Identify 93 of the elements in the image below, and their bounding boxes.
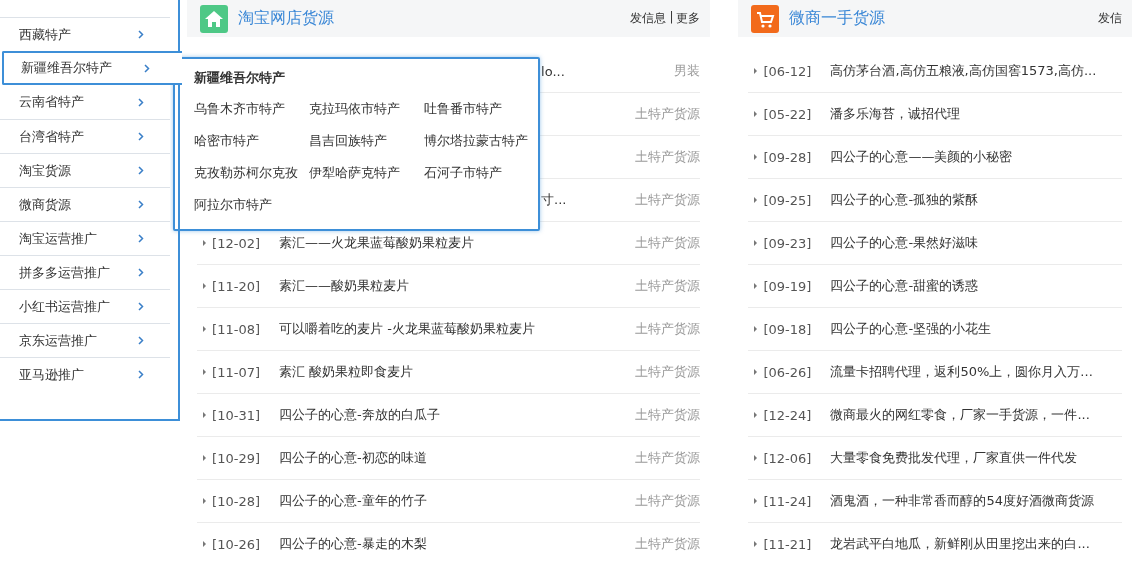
news-date: [05-22] [763,106,813,122]
news-date: [10-26] [212,536,261,552]
bullet-icon [754,326,758,332]
region-link[interactable]: 乌鲁木齐市特产 [194,99,309,119]
chevron-icon [138,268,145,277]
news-link[interactable]: lo... [541,63,565,79]
cart-icon [751,4,780,33]
bullet-icon [754,498,758,504]
news-date: [12-06] [763,450,813,466]
bullet-icon [754,541,758,547]
news-link[interactable]: 四公子的心意-果然好滋味 [830,235,979,250]
bullet-icon [754,369,758,375]
news-link[interactable]: 微商最火的网红零食，厂家一手货源，一件... [830,407,1090,422]
chevron-icon [138,132,145,141]
bullet-icon [203,498,207,504]
news-link[interactable]: 四公子的心意-暴走的木梨 [279,536,427,551]
chevron-icon [138,97,145,107]
panel-title: 淘宝网店货源 [238,8,336,29]
bullet-icon [754,154,758,160]
news-link[interactable]: 四公子的心意——美颜的小秘密 [830,149,1013,164]
news-date: [12-02] [212,235,261,251]
news-date: [09-25] [763,192,813,208]
chevron-icon [138,166,145,175]
news-link[interactable]: 酒鬼酒，一种非常香而醇的54度好酒微商货源 [830,493,1094,508]
bullet-icon [754,283,758,289]
house-icon [200,4,229,33]
news-date: [09-28] [763,149,813,165]
flyout-title: 新疆维吾尔特产 [194,69,285,87]
bullet-icon [754,68,758,74]
region-link[interactable]: 伊犁哈萨克特产 [309,163,424,183]
bullet-icon [203,412,207,418]
news-link[interactable]: 流量卡招聘代理，返利50%上，圆你月入万... [830,364,1093,379]
news-date: [11-21] [763,536,813,552]
chevron-icon [138,30,145,39]
bullet-icon [754,197,758,203]
news-date: [11-08] [212,321,261,337]
news-link[interactable]: 可以嚼着吃的麦片 -火龙果蓝莓酸奶果粒麦片 [279,321,535,336]
news-date: [10-31] [212,407,261,423]
chevron-icon [138,370,145,379]
news-link[interactable]: 大量零食免费批发代理，厂家直供一件代发 [830,450,1078,465]
chevron-icon [138,302,145,311]
sidebar-item[interactable]: 新疆维吾尔特产 [2,51,183,85]
news-link[interactable]: 四公子的心意-甜蜜的诱惑 [830,278,979,293]
chevron-icon [138,234,145,243]
news-date: [11-24] [763,493,813,509]
news-link[interactable]: 四公子的心意-奔放的白瓜子 [279,407,440,422]
news-date: [11-20] [212,278,261,294]
news-date: [12-24] [763,407,813,423]
news-link[interactable]: 素汇——火龙果蓝莓酸奶果粒麦片 [279,235,475,250]
news-link[interactable]: 素汇——酸奶果粒麦片 [279,278,410,293]
region-link[interactable]: 博尔塔拉蒙古特产 [424,131,544,151]
news-link[interactable]: 四公子的心意-初恋的味道 [279,450,427,465]
bullet-icon [203,455,207,461]
news-date: [06-26] [763,364,813,380]
bullet-icon [203,240,207,246]
separator: | [669,10,674,26]
news-date: [11-07] [212,364,261,380]
news-date: [09-19] [763,278,813,294]
news-date: [10-28] [212,493,261,509]
region-link[interactable]: 克孜勒苏柯尔克孜 [194,163,309,183]
news-link[interactable]: 寸... [541,192,567,207]
bullet-icon [203,541,207,547]
bullet-icon [754,455,758,461]
region-link[interactable]: 阿拉尔市特产 [194,195,309,215]
news-link[interactable]: 龙岩武平白地瓜，新鲜刚从田里挖出来的白... [830,536,1090,551]
panel-title: 微商一手货源 [789,8,887,29]
bullet-icon [754,111,758,117]
chevron-icon [144,63,151,73]
news-link[interactable]: 素汇 酸奶果粒即食麦片 [279,364,414,379]
header-link[interactable]: 发信息 [630,10,667,27]
region-link[interactable]: 吐鲁番市特产 [424,99,544,119]
news-link[interactable]: 四公子的心意-坚强的小花生 [830,321,992,336]
news-link[interactable]: 四公子的心意-童年的竹子 [279,493,427,508]
chevron-icon [138,200,145,209]
header-link[interactable]: 发信 [1098,10,1122,27]
news-date: [09-23] [763,235,813,251]
bullet-icon [754,412,758,418]
header-link[interactable]: 更多 [676,10,701,27]
news-link[interactable]: 高仿茅台酒,高仿五粮液,高仿国窖1573,高仿... [830,63,1097,78]
region-link[interactable]: 石河子市特产 [424,163,544,183]
chevron-icon [138,336,145,345]
news-link[interactable]: 四公子的心意-孤独的紫酥 [830,192,979,207]
bullet-icon [203,283,207,289]
news-date: [10-29] [212,450,261,466]
region-link[interactable]: 哈密市特产 [194,131,309,151]
region-link[interactable]: 昌吉回族特产 [309,131,424,151]
news-date: [06-12] [763,63,813,79]
bullet-icon [754,240,758,246]
news-date: [09-18] [763,321,813,337]
bullet-icon [203,369,207,375]
bullet-icon [203,326,207,332]
region-link[interactable]: 克拉玛依市特产 [309,99,424,119]
news-link[interactable]: 潘多乐海苔，诚招代理 [830,106,961,121]
